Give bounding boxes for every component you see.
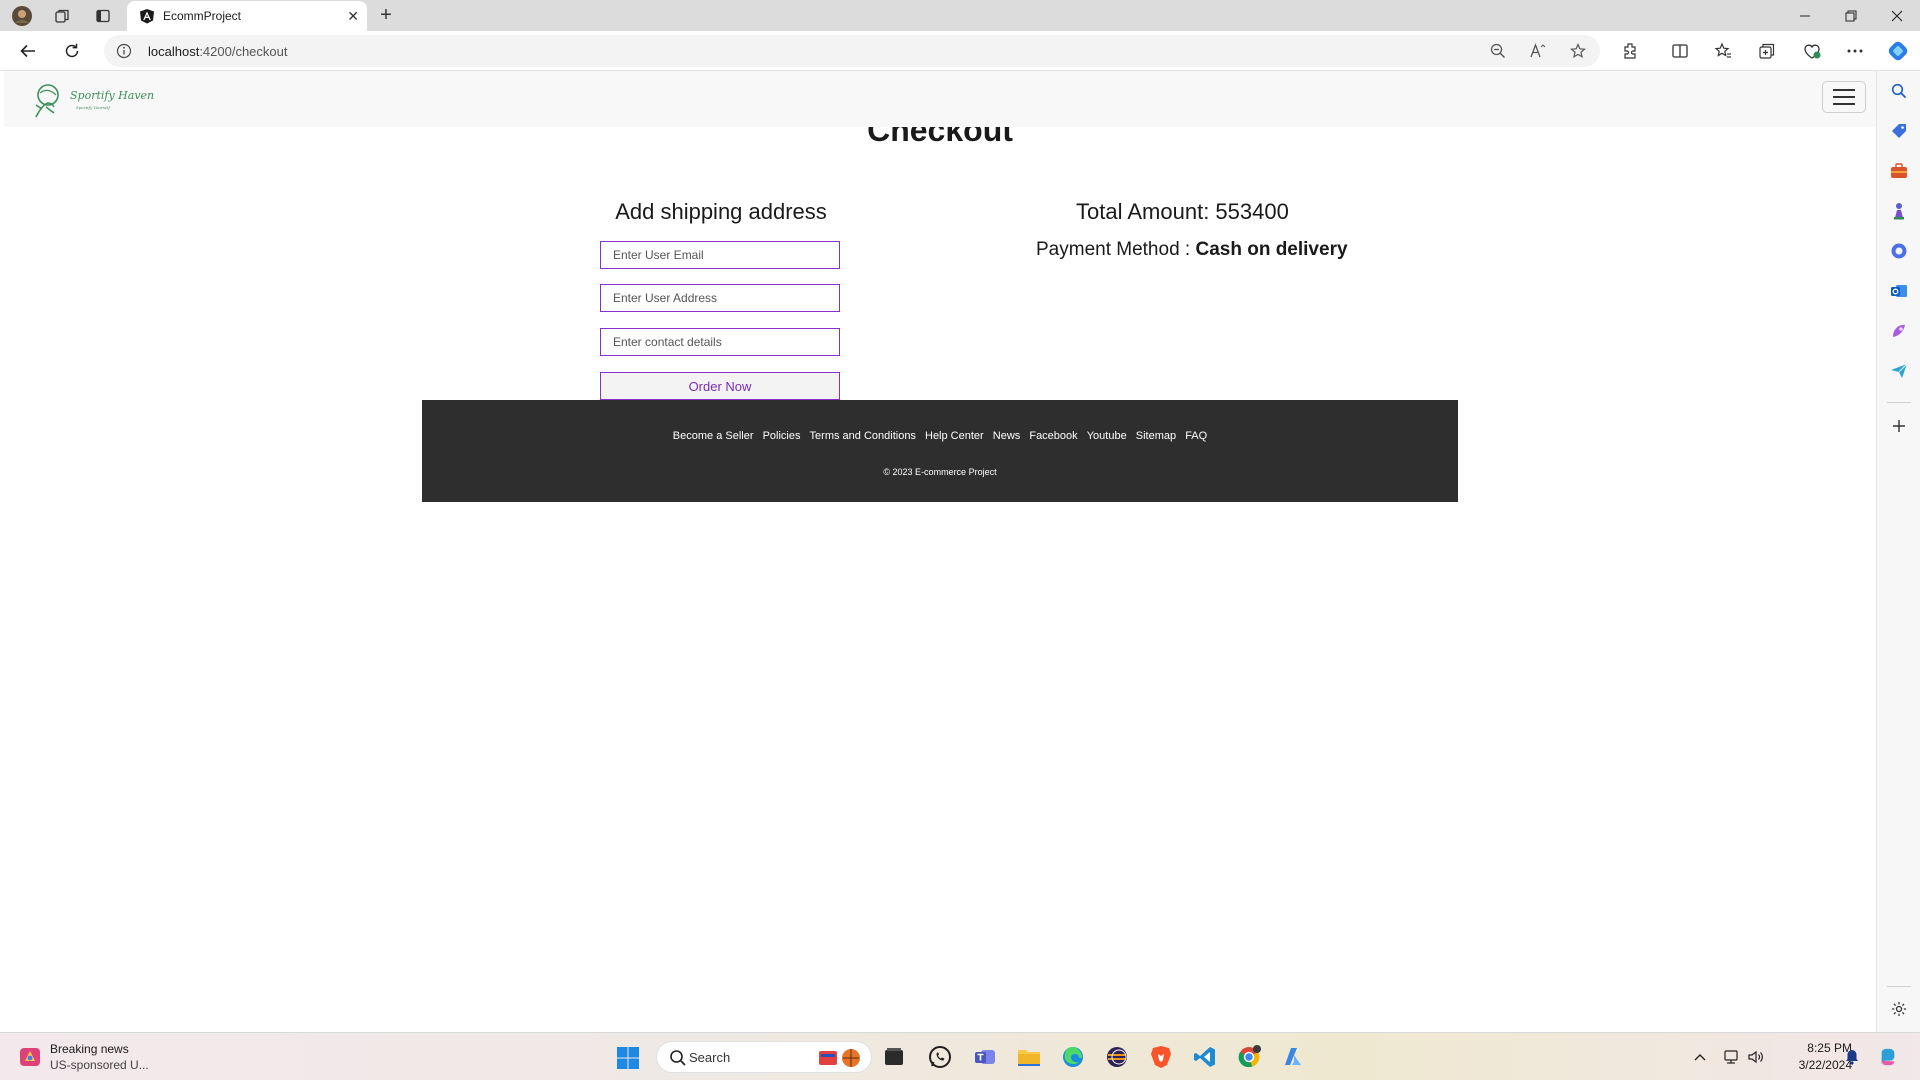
refresh-icon[interactable]: [58, 39, 86, 63]
add-icon[interactable]: [1889, 416, 1909, 436]
edge-sidebar: [1876, 71, 1920, 1032]
sidebar-divider: [1887, 402, 1911, 403]
shopping-tag-icon[interactable]: [1889, 121, 1909, 141]
sportify-haven-logo[interactable]: Sportify Haven Sportify Yourself: [28, 81, 168, 119]
logo-text: Sportify Haven: [70, 89, 154, 102]
chrome-browser-icon[interactable]: [1235, 1043, 1263, 1071]
designer-icon[interactable]: [1889, 321, 1909, 341]
windows-taskbar: Breaking news US-sponsored U... Search 8…: [0, 1032, 1920, 1080]
logo-tagline: Sportify Yourself: [76, 105, 111, 110]
tab-actions-icon[interactable]: [89, 4, 117, 28]
copilot-icon[interactable]: [1886, 39, 1910, 63]
back-arrow-icon[interactable]: [14, 39, 42, 63]
order-now-button[interactable]: Order Now: [600, 372, 840, 400]
footer-link-news[interactable]: News: [993, 430, 1021, 442]
tab-ecommproject[interactable]: EcommProject ✕: [127, 1, 367, 31]
collections-icon[interactable]: [1755, 39, 1779, 63]
whatsapp-icon[interactable]: [926, 1043, 954, 1071]
angular-favicon-icon: [140, 9, 154, 24]
search-icon: [670, 1050, 686, 1066]
workspaces-icon[interactable]: [48, 4, 76, 28]
tab-close-icon[interactable]: ✕: [347, 8, 359, 24]
search-highlight-icon: [819, 1049, 860, 1067]
favorites-icon[interactable]: [1711, 39, 1735, 63]
notifications-bell-icon[interactable]: [1842, 1047, 1862, 1067]
footer-link-become-seller[interactable]: Become a Seller: [673, 430, 754, 442]
shipping-heading: Add shipping address: [615, 199, 827, 224]
browser-tab-bar: EcommProject ✕ +: [0, 0, 1920, 31]
more-options-icon[interactable]: [1843, 39, 1867, 63]
footer-link-facebook[interactable]: Facebook: [1029, 430, 1077, 442]
news-widget-icon[interactable]: [18, 1045, 42, 1069]
show-hidden-icons-chevron-up-icon[interactable]: [1690, 1047, 1710, 1067]
azure-app-icon[interactable]: [1279, 1043, 1307, 1071]
zoom-out-icon[interactable]: [1488, 41, 1508, 61]
total-amount: Total Amount: 553400: [1076, 199, 1289, 224]
footer-link-terms[interactable]: Terms and Conditions: [810, 430, 916, 442]
hamburger-line: [1833, 103, 1855, 105]
extensions-icon[interactable]: [1618, 39, 1642, 63]
hamburger-line: [1833, 89, 1855, 91]
vscode-icon[interactable]: [1191, 1043, 1219, 1071]
settings-gear-icon[interactable]: [1889, 999, 1909, 1019]
page-viewport: Checkout Sportify Haven Sportify Yoursel…: [4, 71, 1876, 1032]
favorite-star-icon[interactable]: [1568, 41, 1588, 61]
taskbar-search[interactable]: Search: [656, 1041, 872, 1073]
menu-toggle-button[interactable]: [1822, 81, 1866, 113]
payment-method-value: Cash on delivery: [1195, 239, 1348, 260]
url-text[interactable]: localhost:4200/checkout: [148, 44, 288, 59]
volume-icon[interactable]: [1746, 1047, 1766, 1067]
hamburger-line: [1833, 96, 1855, 98]
terminal-app-icon[interactable]: [880, 1043, 908, 1071]
footer-link-faq[interactable]: FAQ: [1185, 430, 1207, 442]
file-explorer-icon[interactable]: [1015, 1043, 1043, 1071]
edge-browser-icon[interactable]: [1059, 1043, 1087, 1071]
browser-essentials-icon[interactable]: [1800, 39, 1824, 63]
profile-avatar-icon[interactable]: [8, 4, 36, 28]
footer-copyright: © 2023 E-commerce Project: [883, 467, 997, 477]
brave-browser-icon[interactable]: [1147, 1043, 1175, 1071]
teams-icon[interactable]: [971, 1043, 999, 1071]
eclipse-icon[interactable]: [1103, 1043, 1131, 1071]
payment-method: Payment Method : Cash on delivery: [1036, 239, 1348, 261]
site-header: Sportify Haven Sportify Yourself: [4, 71, 1876, 127]
microsoft-365-icon[interactable]: [1889, 241, 1909, 261]
url-path: :4200/checkout: [199, 44, 288, 59]
split-screen-icon[interactable]: [1668, 39, 1692, 63]
network-icon[interactable]: [1721, 1047, 1741, 1067]
tools-briefcase-icon[interactable]: [1889, 161, 1909, 181]
minimize-icon[interactable]: [1782, 0, 1828, 31]
footer-link-sitemap[interactable]: Sitemap: [1136, 430, 1176, 442]
news-subtitle[interactable]: US-sponsored U...: [50, 1058, 149, 1072]
windows-start-icon[interactable]: [616, 1046, 640, 1070]
games-chess-icon[interactable]: [1889, 201, 1909, 221]
search-icon[interactable]: [1889, 81, 1909, 101]
new-tab-button[interactable]: +: [374, 4, 398, 28]
email-input[interactable]: [600, 241, 840, 269]
footer-links: Become a Seller Policies Terms and Condi…: [422, 430, 1458, 442]
url-host: localhost: [148, 44, 200, 59]
address-input[interactable]: [600, 284, 840, 312]
restore-icon[interactable]: [1828, 0, 1874, 31]
tab-title: EcommProject: [163, 9, 242, 23]
footer-link-policies[interactable]: Policies: [763, 430, 801, 442]
footer-link-youtube[interactable]: Youtube: [1087, 430, 1127, 442]
send-icon[interactable]: [1889, 361, 1909, 381]
address-toolbar: localhost:4200/checkout: [0, 31, 1920, 71]
sidebar-divider: [1887, 986, 1911, 987]
read-aloud-icon[interactable]: [1528, 41, 1548, 61]
site-info-icon[interactable]: [116, 43, 132, 59]
payment-method-label: Payment Method :: [1036, 239, 1196, 260]
copilot-taskbar-icon[interactable]: [1878, 1047, 1898, 1067]
address-bar[interactable]: localhost:4200/checkout: [104, 35, 1600, 67]
site-footer: Become a Seller Policies Terms and Condi…: [422, 400, 1458, 502]
contact-input[interactable]: [600, 328, 840, 356]
close-window-icon[interactable]: [1874, 0, 1920, 31]
search-placeholder: Search: [689, 1050, 731, 1065]
news-title[interactable]: Breaking news: [50, 1042, 129, 1056]
footer-link-help-center[interactable]: Help Center: [925, 430, 984, 442]
outlook-icon[interactable]: [1889, 281, 1909, 301]
